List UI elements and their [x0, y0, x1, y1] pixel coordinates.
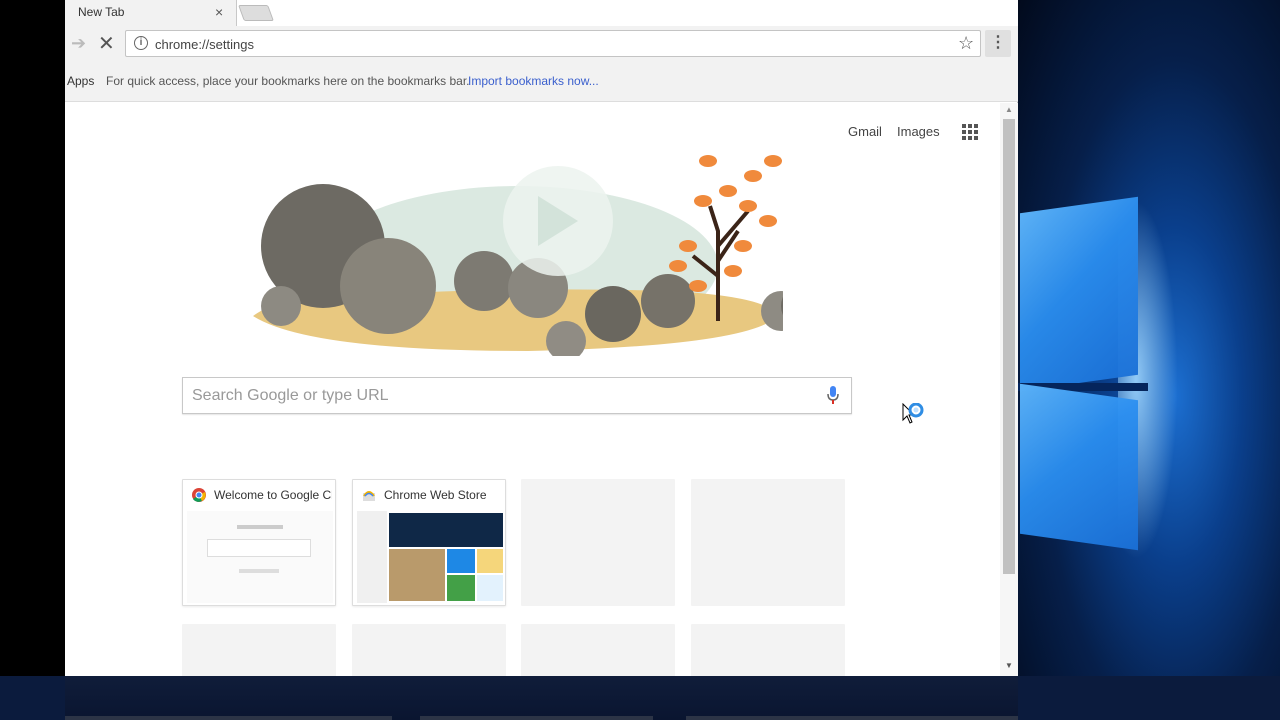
tile-title: Welcome to Google Chrome — [214, 488, 332, 502]
chrome-favicon-icon — [192, 488, 206, 502]
scroll-down-arrow-icon[interactable]: ▼ — [1005, 661, 1013, 670]
stop-loading-icon[interactable]: ✕ — [98, 31, 115, 56]
most-visited-tile-empty — [521, 479, 675, 606]
address-bar[interactable]: i chrome://settings ☆ — [125, 30, 981, 57]
left-desktop-strip — [0, 0, 65, 720]
most-visited-tile[interactable]: Welcome to Google Chrome — [182, 479, 336, 606]
bookmark-star-icon[interactable]: ☆ — [958, 33, 974, 54]
taskbar — [0, 676, 1280, 720]
busy-cursor-icon — [902, 403, 924, 424]
tab-title: New Tab — [78, 5, 125, 19]
toolbar: ➔ ✕ i chrome://settings ☆ ⋮ — [65, 26, 1018, 62]
close-tab-icon[interactable]: × — [215, 4, 223, 20]
tab-new-tab[interactable]: New Tab × — [65, 0, 237, 26]
gmail-link[interactable]: Gmail — [848, 124, 882, 139]
windows-logo-pane-top — [1020, 196, 1138, 392]
vertical-scrollbar[interactable]: ▲ ▼ — [1000, 103, 1018, 676]
microphone-icon[interactable] — [826, 385, 840, 405]
most-visited-tile-empty — [352, 624, 506, 676]
forward-arrow-icon[interactable]: ➔ — [71, 33, 86, 54]
taskbar-item[interactable] — [686, 716, 1018, 720]
chrome-window: New Tab × ➔ ✕ i chrome://settings ☆ ⋮ Ap… — [65, 0, 1018, 676]
chrome-menu-icon[interactable]: ⋮ — [985, 30, 1011, 57]
bookmarks-bar: Apps For quick access, place your bookma… — [65, 62, 1018, 102]
scrollbar-thumb[interactable] — [1003, 119, 1015, 574]
most-visited-tile-empty — [691, 479, 845, 606]
most-visited-tile-empty — [691, 624, 845, 676]
tile-thumbnail — [187, 511, 333, 603]
import-bookmarks-link[interactable]: Import bookmarks now... — [468, 74, 599, 88]
web-store-favicon-icon — [363, 491, 375, 501]
windows-logo-pane-bottom — [1020, 383, 1138, 551]
search-box[interactable] — [182, 377, 852, 414]
apps-shortcut[interactable]: Apps — [67, 74, 94, 88]
images-link[interactable]: Images — [897, 124, 940, 139]
taskbar-area — [65, 676, 1018, 720]
search-input[interactable] — [183, 378, 813, 413]
scroll-up-arrow-icon[interactable]: ▲ — [1005, 105, 1013, 114]
taskbar-item[interactable] — [420, 716, 653, 720]
windows-desktop-wallpaper — [1018, 0, 1280, 720]
most-visited-row-2 — [182, 624, 862, 676]
tab-strip: New Tab × — [65, 0, 1018, 26]
taskbar-item[interactable] — [65, 716, 392, 720]
most-visited-tile[interactable]: Chrome Web Store — [352, 479, 506, 606]
new-tab-page: Gmail Images Search Google or type URL W… — [65, 103, 1018, 676]
tile-thumbnail — [357, 511, 503, 603]
google-doodle[interactable] — [248, 151, 783, 356]
most-visited-row-1: Welcome to Google Chrome Chrome Web Stor… — [182, 479, 862, 606]
info-icon[interactable]: i — [134, 36, 148, 50]
google-apps-icon[interactable] — [962, 124, 978, 140]
bookmarks-hint: For quick access, place your bookmarks h… — [106, 74, 470, 88]
new-tab-button[interactable] — [238, 5, 274, 21]
most-visited-tile-empty — [182, 624, 336, 676]
tile-title: Chrome Web Store — [384, 488, 487, 502]
url-text[interactable]: chrome://settings — [155, 37, 254, 52]
most-visited-tile-empty — [521, 624, 675, 676]
